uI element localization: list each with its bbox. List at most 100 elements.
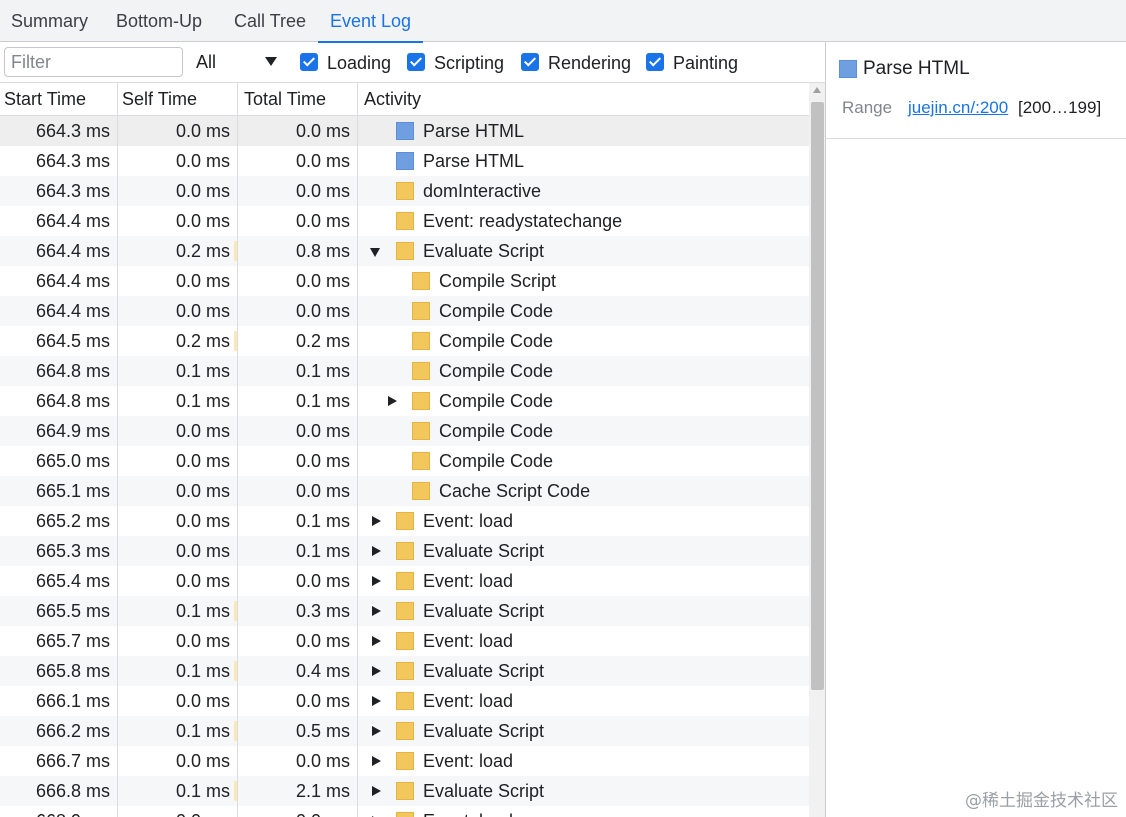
activity-name: Compile Script [439, 271, 557, 291]
total-time-cell: 0.1 ms [238, 386, 358, 416]
self-time-value: 0.1 ms [175, 781, 230, 801]
expand-down-icon[interactable] [370, 248, 380, 257]
expand-right-icon[interactable] [372, 696, 381, 706]
activity-cell: Event: load [358, 566, 809, 596]
tab-bottom-up[interactable]: Bottom-Up [116, 0, 202, 42]
tab-summary[interactable]: Summary [11, 0, 88, 42]
table-row[interactable]: 665.8 ms 0.1 ms 0.4 ms Evaluate Script [0, 656, 809, 686]
start-time-cell: 664.5 ms [0, 326, 118, 356]
table-row[interactable]: 665.7 ms 0.0 ms 0.0 ms Event: load [0, 626, 809, 656]
table-row[interactable]: 664.8 ms 0.1 ms 0.1 ms Compile Code [0, 356, 809, 386]
table-row[interactable]: 666.1 ms 0.0 ms 0.0 ms Event: load [0, 686, 809, 716]
table-row[interactable]: 664.5 ms 0.2 ms 0.2 ms Compile Code [0, 326, 809, 356]
scripting-category-swatch [396, 602, 414, 620]
activity-cell: Compile Code [358, 326, 809, 356]
self-time-bar [234, 601, 237, 621]
expand-right-icon[interactable] [372, 726, 381, 736]
table-row[interactable]: 664.3 ms 0.0 ms 0.0 ms Parse HTML [0, 146, 809, 176]
expand-right-icon[interactable] [372, 666, 381, 676]
table-row[interactable]: 664.8 ms 0.1 ms 0.1 ms Compile Code [0, 386, 809, 416]
column-header-self-time[interactable]: Self Time [118, 83, 238, 115]
tab-call-tree[interactable]: Call Tree [234, 0, 306, 42]
table-row[interactable]: 665.3 ms 0.0 ms 0.1 ms Evaluate Script [0, 536, 809, 566]
expand-right-icon[interactable] [372, 516, 381, 526]
self-time-cell: 0.1 ms [118, 716, 238, 746]
activity-cell: Evaluate Script [358, 776, 809, 806]
expand-right-icon[interactable] [388, 396, 397, 406]
table-row[interactable]: 665.0 ms 0.0 ms 0.0 ms Compile Code [0, 446, 809, 476]
table-row[interactable]: 664.3 ms 0.0 ms 0.0 ms domInteractive [0, 176, 809, 206]
start-time-cell: 664.9 ms [0, 416, 118, 446]
activity-cell: Cache Script Code [358, 476, 809, 506]
source-link[interactable]: juejin.cn/:200 [908, 98, 1008, 118]
scripting-category-swatch [396, 572, 414, 590]
total-time-cell: 0.3 ms [238, 596, 358, 626]
loading-category-swatch [839, 60, 857, 78]
self-time-cell: 0.0 ms [118, 116, 238, 146]
expand-right-icon[interactable] [372, 606, 381, 616]
table-row[interactable]: 664.4 ms 0.2 ms 0.8 ms Evaluate Script [0, 236, 809, 266]
table-row[interactable]: 668.9 ms 0.0 ms 0.0 ms Event: load [0, 806, 809, 817]
scrollbar-thumb[interactable] [811, 102, 824, 690]
total-time-cell: 0.0 ms [238, 296, 358, 326]
self-time-value: 0.0 ms [175, 121, 230, 141]
table-row[interactable]: 665.2 ms 0.0 ms 0.1 ms Event: load [0, 506, 809, 536]
expand-right-icon[interactable] [372, 756, 381, 766]
start-time-cell: 664.4 ms [0, 296, 118, 326]
checkmark-icon [407, 53, 425, 71]
scripting-category-swatch [396, 632, 414, 650]
checkmark-icon [300, 53, 318, 71]
self-time-bar [234, 241, 237, 261]
vertical-scrollbar[interactable] [809, 83, 825, 817]
activity-cell: Compile Code [358, 296, 809, 326]
expand-right-icon[interactable] [372, 636, 381, 646]
table-row[interactable]: 664.4 ms 0.0 ms 0.0 ms Event: readystatecha… [0, 206, 809, 236]
column-header-total-time[interactable]: Total Time [238, 83, 358, 115]
table-row[interactable]: 664.9 ms 0.0 ms 0.0 ms Compile Code [0, 416, 809, 446]
expand-right-icon[interactable] [372, 786, 381, 796]
self-time-cell: 0.1 ms [118, 776, 238, 806]
self-time-cell: 0.0 ms [118, 266, 238, 296]
table-row[interactable]: 666.8 ms 0.1 ms 2.1 ms Evaluate Script [0, 776, 809, 806]
table-row[interactable]: 664.4 ms 0.0 ms 0.0 ms Compile Script [0, 266, 809, 296]
start-time-cell: 666.1 ms [0, 686, 118, 716]
expand-right-icon[interactable] [372, 546, 381, 556]
total-time-cell: 0.0 ms [238, 806, 358, 817]
self-time-bar [234, 721, 237, 741]
start-time-cell: 664.4 ms [0, 206, 118, 236]
activity-name: Compile Code [439, 361, 554, 381]
table-row[interactable]: 666.7 ms 0.0 ms 0.0 ms Event: load [0, 746, 809, 776]
table-row[interactable]: 664.4 ms 0.0 ms 0.0 ms Compile Code [0, 296, 809, 326]
self-time-value: 0.0 ms [175, 691, 230, 711]
table-row[interactable]: 665.5 ms 0.1 ms 0.3 ms Evaluate Script [0, 596, 809, 626]
activity-name: Compile Code [439, 391, 554, 411]
activity-cell: Compile Code [358, 356, 809, 386]
scripting-category-swatch [396, 662, 414, 680]
activity-name: Event: load [423, 571, 514, 591]
checkmark-icon [646, 53, 664, 71]
scripting-category-swatch [412, 302, 430, 320]
start-time-cell: 665.1 ms [0, 476, 118, 506]
expand-right-icon[interactable] [372, 576, 381, 586]
activity-cell: Compile Code [358, 446, 809, 476]
table-row[interactable]: 665.4 ms 0.0 ms 0.0 ms Event: load [0, 566, 809, 596]
column-header-start-time[interactable]: Start Time [0, 83, 118, 115]
activity-cell: domInteractive [358, 176, 809, 206]
loading-checkbox-label: Loading [327, 53, 392, 73]
tab-event-log[interactable]: Event Log [317, 0, 424, 43]
scroll-up-arrow-icon[interactable] [813, 87, 821, 93]
total-time-cell: 0.1 ms [238, 536, 358, 566]
filter-input[interactable] [4, 47, 183, 77]
activity-cell: Evaluate Script [358, 596, 809, 626]
table-row[interactable]: 664.3 ms 0.0 ms 0.0 ms Parse HTML [0, 116, 809, 146]
table-row[interactable]: 665.1 ms 0.0 ms 0.0 ms Cache Script Code [0, 476, 809, 506]
start-time-cell: 665.8 ms [0, 656, 118, 686]
start-time-cell: 666.8 ms [0, 776, 118, 806]
self-time-bar [234, 661, 237, 681]
total-time-cell: 0.0 ms [238, 686, 358, 716]
duration-filter-select[interactable]: All [196, 47, 280, 77]
scripting-category-swatch [396, 752, 414, 770]
activity-name: Evaluate Script [423, 541, 545, 561]
table-row[interactable]: 666.2 ms 0.1 ms 0.5 ms Evaluate Script [0, 716, 809, 746]
column-header-activity[interactable]: Activity [358, 83, 809, 115]
